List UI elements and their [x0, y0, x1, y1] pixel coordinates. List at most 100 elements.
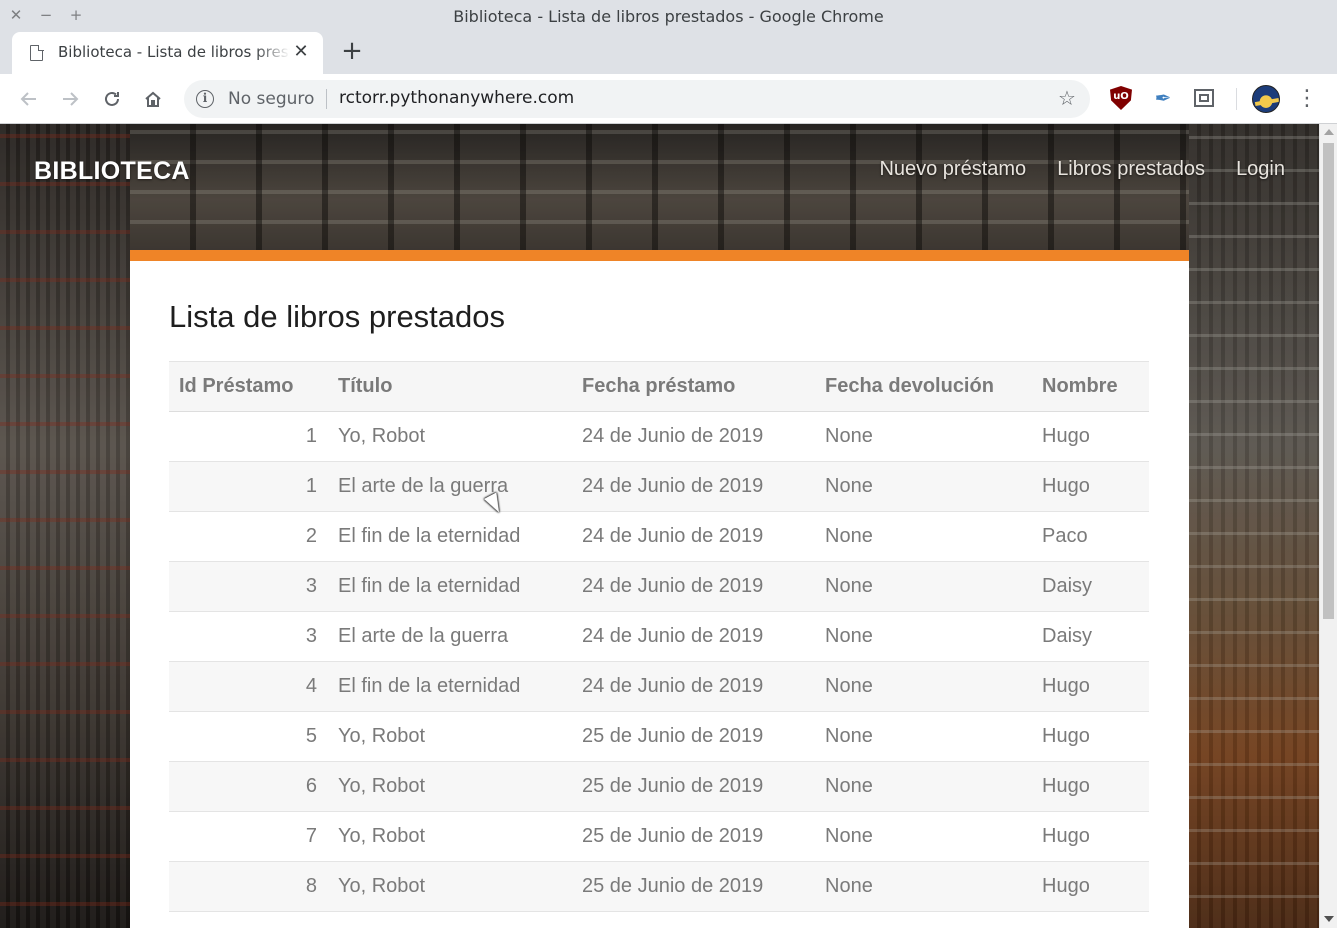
home-icon[interactable] — [140, 86, 166, 112]
scroll-up-arrow-icon[interactable] — [1324, 129, 1334, 135]
table-row: 4 El fin de la eternidad 24 de Junio de 20… — [169, 661, 1149, 712]
cell-name: Hugo — [1032, 411, 1149, 462]
avatar[interactable] — [1252, 85, 1280, 113]
bookmark-star-icon[interactable]: ☆ — [1056, 87, 1078, 109]
page-title: Lista de libros prestados — [169, 299, 506, 334]
cell-loan-date: 25 de Junio de 2019 — [572, 811, 815, 862]
cell-id: 7 — [169, 811, 328, 862]
back-icon[interactable] — [16, 86, 42, 112]
cell-return-date: None — [815, 561, 1032, 612]
window-titlebar: ✕ − + Biblioteca - Lista de libros prest… — [0, 0, 1337, 32]
cell-id: 2 — [169, 511, 328, 562]
cell-return-date: None — [815, 461, 1032, 512]
cell-name: Hugo — [1032, 861, 1149, 912]
table-row: 8 Yo, Robot 25 de Junio de 2019 None Hugo — [169, 861, 1149, 912]
scrollbar-thumb[interactable] — [1323, 143, 1334, 619]
table-row: 5 Yo, Robot 25 de Junio de 2019 None Hugo — [169, 711, 1149, 762]
cell-title: El fin de la eternidad — [328, 511, 572, 562]
feather-icon[interactable]: ✒ — [1151, 86, 1175, 110]
column-header-return-date: Fecha devolución — [815, 361, 1032, 412]
nav-link-libros-prestados[interactable]: Libros prestados — [1057, 158, 1205, 181]
info-icon[interactable]: i — [196, 90, 214, 108]
forward-icon[interactable] — [57, 86, 83, 112]
tab-close-icon[interactable]: ✕ — [291, 42, 311, 62]
cell-title: El arte de la guerra — [328, 611, 572, 662]
cell-id: 3 — [169, 561, 328, 612]
security-label[interactable]: No seguro — [228, 89, 314, 109]
table-row: 7 Yo, Robot 25 de Junio de 2019 None Hugo — [169, 811, 1149, 862]
url-text[interactable]: rctorr.pythonanywhere.com — [339, 88, 574, 108]
site-brand[interactable]: BIBLIOTECA — [34, 157, 190, 186]
cell-name: Hugo — [1032, 761, 1149, 812]
cell-return-date: None — [815, 611, 1032, 662]
cell-return-date: None — [815, 661, 1032, 712]
cell-id: 8 — [169, 861, 328, 912]
toolbar-divider — [1236, 88, 1237, 110]
table-row: 2 El fin de la eternidad 24 de Junio de 20… — [169, 511, 1149, 562]
menu-icon[interactable]: ⋮ — [1296, 86, 1318, 112]
table-row: 3 El fin de la eternidad 24 de Junio de 20… — [169, 561, 1149, 612]
table-header: Id Préstamo Título Fecha préstamo Fecha … — [169, 361, 1149, 412]
cell-return-date: None — [815, 761, 1032, 812]
nav-link-login[interactable]: Login — [1236, 158, 1285, 181]
cell-title: El fin de la eternidad — [328, 661, 572, 712]
table-header-row: Id Préstamo Título Fecha préstamo Fecha … — [169, 361, 1149, 412]
nav-link-nuevo-prestamo[interactable]: Nuevo préstamo — [879, 158, 1026, 181]
cell-name: Hugo — [1032, 811, 1149, 862]
table-row: 6 Yo, Robot 25 de Junio de 2019 None Hugo — [169, 761, 1149, 812]
site-nav: Nuevo préstamo Libros prestados Login — [879, 158, 1285, 181]
cell-id: 4 — [169, 661, 328, 712]
table-row: 3 El arte de la guerra 24 de Junio de 2019… — [169, 611, 1149, 662]
cell-id: 1 — [169, 461, 328, 512]
column-header-title: Título — [328, 361, 572, 412]
cell-loan-date: 25 de Junio de 2019 — [572, 761, 815, 812]
loans-table: Id Préstamo Título Fecha préstamo Fecha … — [169, 361, 1149, 912]
tab-title: Biblioteca - Lista de libros prestados — [58, 43, 290, 61]
document-icon — [30, 44, 44, 61]
cell-name: Hugo — [1032, 461, 1149, 512]
column-header-loan-date: Fecha préstamo — [572, 361, 815, 412]
cell-return-date: None — [815, 861, 1032, 912]
column-header-name: Nombre — [1032, 361, 1149, 412]
page-scrollbar[interactable] — [1319, 124, 1337, 928]
cell-return-date: None — [815, 411, 1032, 462]
cell-title: Yo, Robot — [328, 711, 572, 762]
window-title: Biblioteca - Lista de libros prestados -… — [453, 7, 884, 26]
browser-toolbar: i No seguro rctorr.pythonanywhere.com ☆ … — [0, 74, 1337, 124]
cell-title: Yo, Robot — [328, 811, 572, 862]
browser-tab[interactable]: Biblioteca - Lista de libros prestados ✕ — [12, 32, 323, 74]
page-viewport: BIBLIOTECA Nuevo préstamo Libros prestad… — [0, 124, 1337, 928]
tab-strip: Biblioteca - Lista de libros prestados ✕… — [0, 32, 1337, 74]
cell-loan-date: 25 de Junio de 2019 — [572, 711, 815, 762]
screenshot-icon[interactable] — [1192, 86, 1216, 110]
omnibox-divider — [326, 89, 327, 109]
table-row: 1 El arte de la guerra 24 de Junio de 2019… — [169, 461, 1149, 512]
cell-loan-date: 24 de Junio de 2019 — [572, 661, 815, 712]
cell-id: 1 — [169, 411, 328, 462]
cell-name: Hugo — [1032, 711, 1149, 762]
cell-id: 6 — [169, 761, 328, 812]
table-body: 1 Yo, Robot 24 de Junio de 2019 None Hugo 1 El… — [169, 411, 1149, 912]
content-card: Lista de libros prestados Id Préstamo Tí… — [130, 250, 1189, 928]
column-header-id: Id Préstamo — [169, 361, 328, 412]
cell-id: 3 — [169, 611, 328, 662]
cell-title: El arte de la guerra — [328, 461, 572, 512]
reload-icon[interactable] — [99, 86, 125, 112]
cell-loan-date: 24 de Junio de 2019 — [572, 611, 815, 662]
cell-return-date: None — [815, 511, 1032, 562]
address-bar[interactable]: i No seguro rctorr.pythonanywhere.com ☆ — [184, 80, 1090, 118]
cell-name: Daisy — [1032, 561, 1149, 612]
table-row: 1 Yo, Robot 24 de Junio de 2019 None Hugo — [169, 411, 1149, 462]
new-tab-button[interactable]: + — [340, 38, 364, 64]
ublock-icon[interactable]: uO — [1110, 86, 1134, 110]
scroll-down-arrow-icon[interactable] — [1324, 916, 1334, 922]
cell-return-date: None — [815, 711, 1032, 762]
cell-return-date: None — [815, 811, 1032, 862]
cell-loan-date: 24 de Junio de 2019 — [572, 561, 815, 612]
cell-name: Daisy — [1032, 611, 1149, 662]
cell-loan-date: 24 de Junio de 2019 — [572, 511, 815, 562]
cell-name: Hugo — [1032, 661, 1149, 712]
cell-title: El fin de la eternidad — [328, 561, 572, 612]
cell-title: Yo, Robot — [328, 411, 572, 462]
cell-loan-date: 24 de Junio de 2019 — [572, 461, 815, 512]
